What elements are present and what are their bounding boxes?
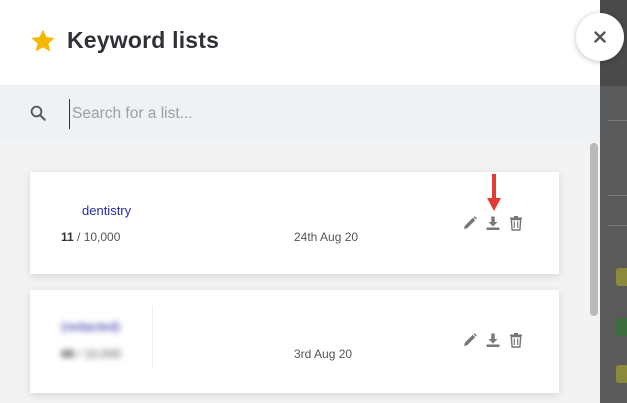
- list-name-redacted[interactable]: (redacted): [61, 319, 120, 334]
- background-badge: [616, 268, 627, 286]
- edit-icon[interactable]: [462, 332, 478, 348]
- keyword-list-card[interactable]: dentistry 11 / 10,000 24th Aug 20: [30, 172, 559, 274]
- count-used: 11: [61, 230, 74, 244]
- list-actions: [462, 215, 524, 231]
- list-keyword-count-redacted: 00 / 10,000: [61, 347, 121, 361]
- panel-header: Keyword lists: [0, 0, 600, 85]
- close-icon: [594, 31, 606, 43]
- count-max: 10,000: [84, 347, 122, 361]
- background-divider: [608, 225, 627, 226]
- download-icon[interactable]: [485, 332, 501, 348]
- panel-title: Keyword lists: [67, 27, 220, 53]
- count-separator: /: [73, 230, 84, 244]
- trash-icon[interactable]: [508, 215, 524, 231]
- annotation-arrow-icon: [487, 174, 501, 211]
- search-input[interactable]: [69, 99, 574, 129]
- close-button[interactable]: [576, 13, 624, 61]
- list-date: 24th Aug 20: [294, 230, 359, 244]
- list-keyword-count: 11 / 10,000: [61, 230, 120, 244]
- scrollbar-thumb[interactable]: [590, 143, 598, 316]
- card-divider: [152, 306, 153, 368]
- keyword-list-card[interactable]: (redacted) 00 / 10,000 3rd Aug 20: [30, 290, 559, 393]
- count-separator: /: [74, 347, 85, 361]
- trash-icon[interactable]: [508, 332, 524, 348]
- background-divider: [608, 195, 627, 196]
- list-date: 3rd Aug 20: [294, 347, 353, 361]
- background-divider: [608, 120, 627, 121]
- list-actions: [462, 332, 524, 348]
- background-badge: [616, 365, 627, 383]
- list-name[interactable]: dentistry: [82, 203, 131, 218]
- background-badge: [616, 318, 627, 336]
- keyword-lists-panel: Keyword lists dentistry 11 / 10,000 24th…: [0, 0, 600, 403]
- search-bar: [0, 85, 600, 141]
- download-icon[interactable]: [485, 215, 501, 231]
- keyword-list-container: dentistry 11 / 10,000 24th Aug 20 (redac…: [0, 141, 600, 403]
- edit-icon[interactable]: [462, 215, 478, 231]
- star-icon: [31, 29, 55, 52]
- count-max: 10,000: [83, 230, 121, 244]
- count-used: 00: [61, 347, 75, 361]
- search-icon: [30, 105, 46, 121]
